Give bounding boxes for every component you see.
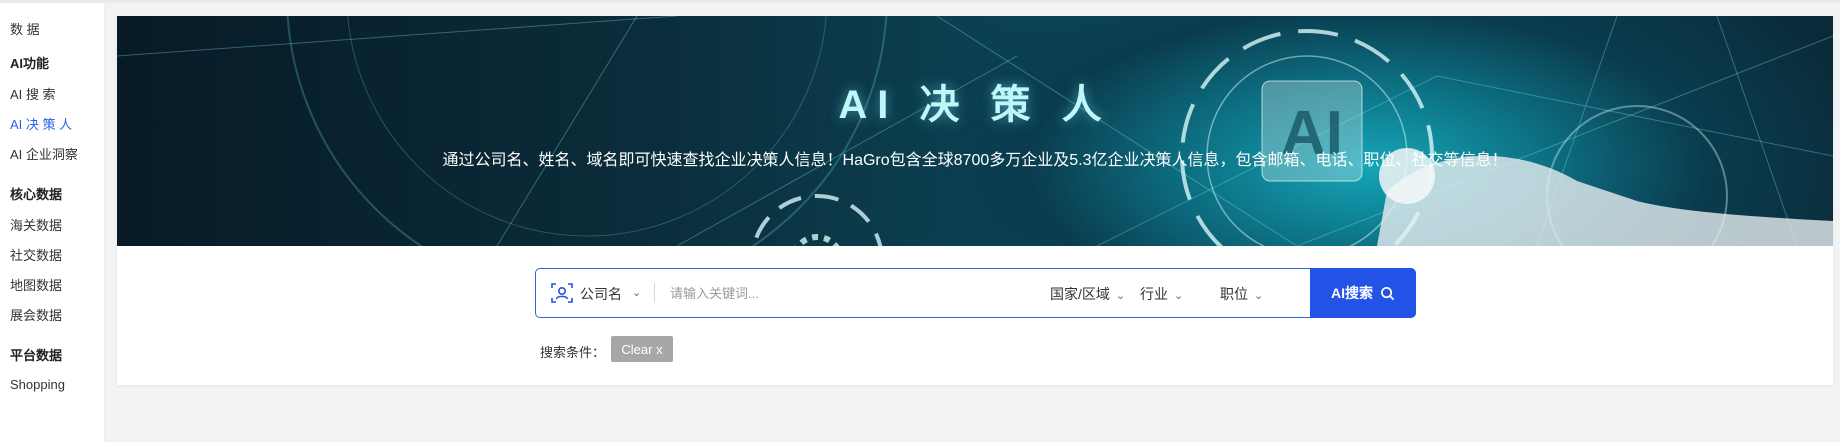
sidebar-group-ai: AI功能 — [10, 56, 50, 71]
position-filter[interactable]: 职位 ⌄ — [1220, 284, 1263, 304]
position-filter-label: 职位 — [1220, 286, 1248, 302]
sidebar-item-map[interactable]: 地图数据 — [10, 275, 62, 294]
search-type-select[interactable]: 公司名 — [580, 284, 622, 304]
top-border — [0, 0, 1840, 3]
banner: AI AI 决 策 人 通过公司名、姓名、域名即可快速查找企业决策人信息！HaG… — [117, 16, 1833, 246]
search-conditions-label: 搜索条件： — [540, 345, 606, 360]
ai-search-button[interactable]: AI搜索 — [1310, 268, 1416, 318]
country-filter-label: 国家/区域 — [1050, 286, 1110, 302]
person-search-icon — [550, 281, 574, 305]
chevron-down-icon: ⌄ — [1254, 290, 1264, 302]
chevron-down-icon: ⌄ — [1174, 290, 1184, 302]
keyword-input[interactable] — [670, 281, 1050, 305]
sidebar-item-data[interactable]: 数 据 — [10, 19, 40, 38]
sidebar-item-ai-decision-maker[interactable]: AI 决 策 人 — [10, 114, 72, 133]
chevron-down-icon: ⌄ — [1115, 290, 1126, 302]
sidebar-group-core: 核心数据 — [10, 187, 63, 202]
clear-conditions-button[interactable]: Clear x — [611, 336, 673, 362]
sidebar-item-customs[interactable]: 海关数据 — [10, 215, 62, 234]
chevron-down-icon[interactable]: ⌄ — [632, 286, 641, 299]
sidebar-item-ai-insight[interactable]: AI 企业洞察 — [10, 144, 78, 163]
sidebar-item-exhibition[interactable]: 展会数据 — [10, 305, 62, 324]
industry-filter[interactable]: 行业 ⌄ — [1140, 284, 1183, 304]
banner-art: AI — [117, 16, 1833, 246]
divider — [654, 283, 655, 303]
sidebar-group-platform: 平台数据 — [10, 348, 63, 363]
search-icon — [1381, 286, 1395, 300]
main-card: AI AI 决 策 人 通过公司名、姓名、域名即可快速查找企业决策人信息！HaG… — [117, 16, 1833, 385]
ai-search-button-label: AI搜索 — [1331, 285, 1373, 301]
industry-filter-label: 行业 — [1140, 286, 1168, 302]
search-bar: 公司名 ⌄ 国家/区域 ⌄ 行业 ⌄ 职位 ⌄ AI搜索 — [535, 268, 1416, 318]
banner-subtitle: 通过公司名、姓名、域名即可快速查找企业决策人信息！HaGro包含全球8700多万… — [442, 152, 1508, 169]
sidebar-item-ai-search[interactable]: AI 搜 索 — [10, 84, 56, 103]
sidebar: 数 据 AI功能 AI 搜 索 AI 决 策 人 AI 企业洞察 核心数据 海关… — [0, 3, 105, 442]
country-filter[interactable]: 国家/区域 ⌄ — [1050, 284, 1125, 304]
banner-title: AI 决 策 人 — [838, 83, 1112, 127]
sidebar-item-social[interactable]: 社交数据 — [10, 245, 62, 264]
sidebar-item-shopping[interactable]: Shopping — [10, 377, 65, 392]
